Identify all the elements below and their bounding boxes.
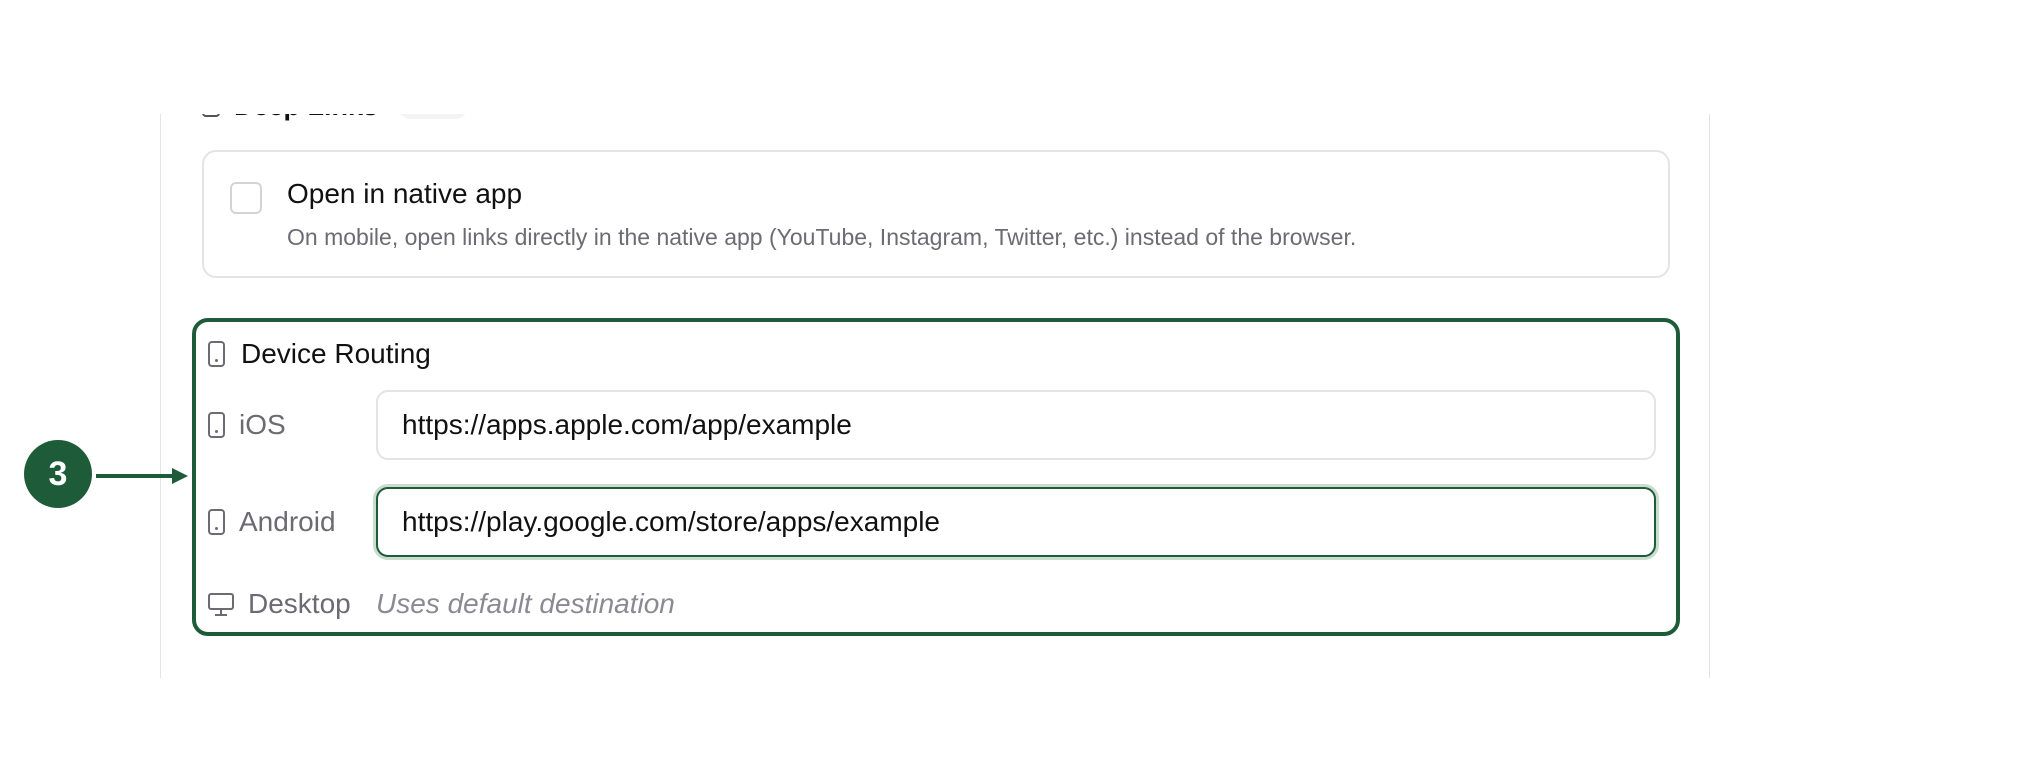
top-clip-area (0, 0, 2024, 114)
desktop-label: Desktop (208, 588, 376, 620)
page-root: Deep Links Open in native app On mobile,… (0, 0, 2024, 784)
android-label: Android (208, 506, 376, 538)
android-url-input[interactable] (376, 487, 1656, 557)
smartphone-icon (208, 341, 225, 367)
device-routing-section: Device Routing iOS Android Desktop (192, 318, 1680, 636)
native-app-checkbox[interactable] (230, 182, 262, 214)
android-label-text: Android (239, 506, 336, 537)
ios-route-row: iOS (208, 390, 1656, 460)
device-routing-title: Device Routing (241, 338, 431, 369)
ios-url-input[interactable] (376, 390, 1656, 460)
desktop-label-text: Desktop (248, 588, 351, 619)
annotation-arrow-icon (96, 468, 188, 484)
desktop-route-row: Desktop Uses default destination (208, 584, 675, 624)
native-app-title: Open in native app (287, 178, 523, 209)
smartphone-icon (208, 509, 225, 535)
monitor-icon (208, 591, 234, 617)
device-routing-header: Device Routing (208, 334, 431, 374)
desktop-default-text: Uses default destination (376, 588, 675, 619)
step-number-badge: 3 (24, 440, 92, 508)
native-app-card[interactable]: Open in native app On mobile, open links… (202, 150, 1670, 278)
native-app-description: On mobile, open links directly in the na… (287, 224, 1357, 250)
android-route-row: Android (208, 487, 1656, 557)
ios-label: iOS (208, 409, 376, 441)
ios-label-text: iOS (239, 409, 286, 440)
smartphone-icon (208, 412, 225, 438)
